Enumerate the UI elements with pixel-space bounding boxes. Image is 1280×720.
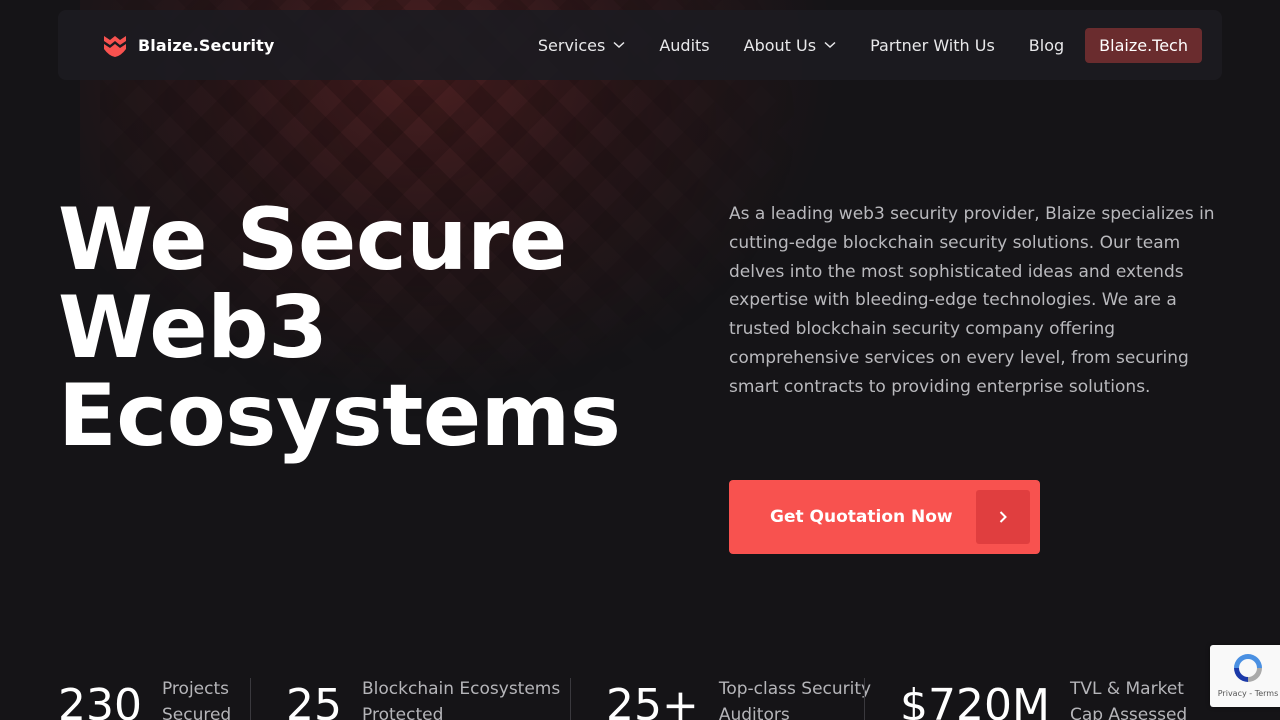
- stat-value: 25+: [606, 680, 699, 720]
- chevron-down-icon: [824, 41, 836, 49]
- stat-value: 230: [58, 680, 142, 720]
- stat-label: Projects Secured: [161, 679, 232, 720]
- stat-value: $720M: [900, 680, 1050, 720]
- cta-label: Get Quotation Now: [770, 507, 953, 527]
- nav-label: Services: [537, 35, 606, 55]
- logo[interactable]: Blaize.Security: [102, 32, 274, 58]
- nav-label: About Us: [743, 35, 817, 55]
- logo-text: Blaize.Security: [138, 35, 275, 55]
- stat-label: Blockchain Ecosystems Protected: [362, 679, 561, 720]
- stat-divider: [570, 678, 571, 720]
- nav-label: Blog: [1028, 35, 1065, 55]
- site-header: Blaize.Security Services Audits About Us…: [58, 10, 1222, 80]
- stat-auditors: 25+ Top-class Security Auditors: [606, 676, 889, 720]
- stat-label: TVL & Market Cap Assessed: [1069, 679, 1188, 720]
- stat-projects: 230 Projects Secured: [58, 676, 242, 720]
- recaptcha-icon: [1234, 654, 1262, 682]
- nav-label: Audits: [659, 35, 710, 55]
- nav-audits[interactable]: Audits: [659, 36, 709, 55]
- stat-divider: [250, 678, 251, 720]
- hero-title: We Secure Web3 Ecosystems: [58, 190, 621, 466]
- main-nav: Services Audits About Us Partner With Us…: [538, 27, 1202, 63]
- stat-value: 25: [286, 680, 342, 720]
- chevron-right-icon: [976, 490, 1030, 544]
- shield-logo-icon: [104, 36, 126, 57]
- nav-label: Partner With Us: [870, 35, 995, 55]
- nav-about-us[interactable]: About Us: [744, 36, 836, 55]
- stat-ecosystems: 25 Blockchain Ecosystems Protected: [286, 676, 572, 720]
- nav-services[interactable]: Services: [538, 36, 625, 55]
- blaize-tech-button[interactable]: Blaize.Tech: [1085, 27, 1202, 63]
- hero-title-line: Ecosystems: [58, 366, 621, 466]
- stats-bar: 230 Projects Secured 25 Blockchain Ecosy…: [58, 676, 1222, 720]
- stat-tvl: $720M TVL & Market Cap Assessed: [900, 676, 1210, 720]
- nav-blog[interactable]: Blog: [1029, 36, 1064, 55]
- hero-title-line: We Secure: [58, 190, 567, 290]
- recaptcha-links[interactable]: Privacy - Terms: [1218, 689, 1279, 698]
- hero-description: As a leading web3 security provider, Bla…: [729, 204, 1215, 397]
- stat-divider: [864, 678, 865, 720]
- nav-partner-with-us[interactable]: Partner With Us: [870, 36, 995, 55]
- get-quotation-button[interactable]: Get Quotation Now: [729, 480, 1040, 554]
- hero-title-line: Web3: [58, 278, 328, 378]
- chevron-down-icon: [613, 41, 625, 49]
- recaptcha-badge[interactable]: Privacy - Terms: [1210, 645, 1280, 707]
